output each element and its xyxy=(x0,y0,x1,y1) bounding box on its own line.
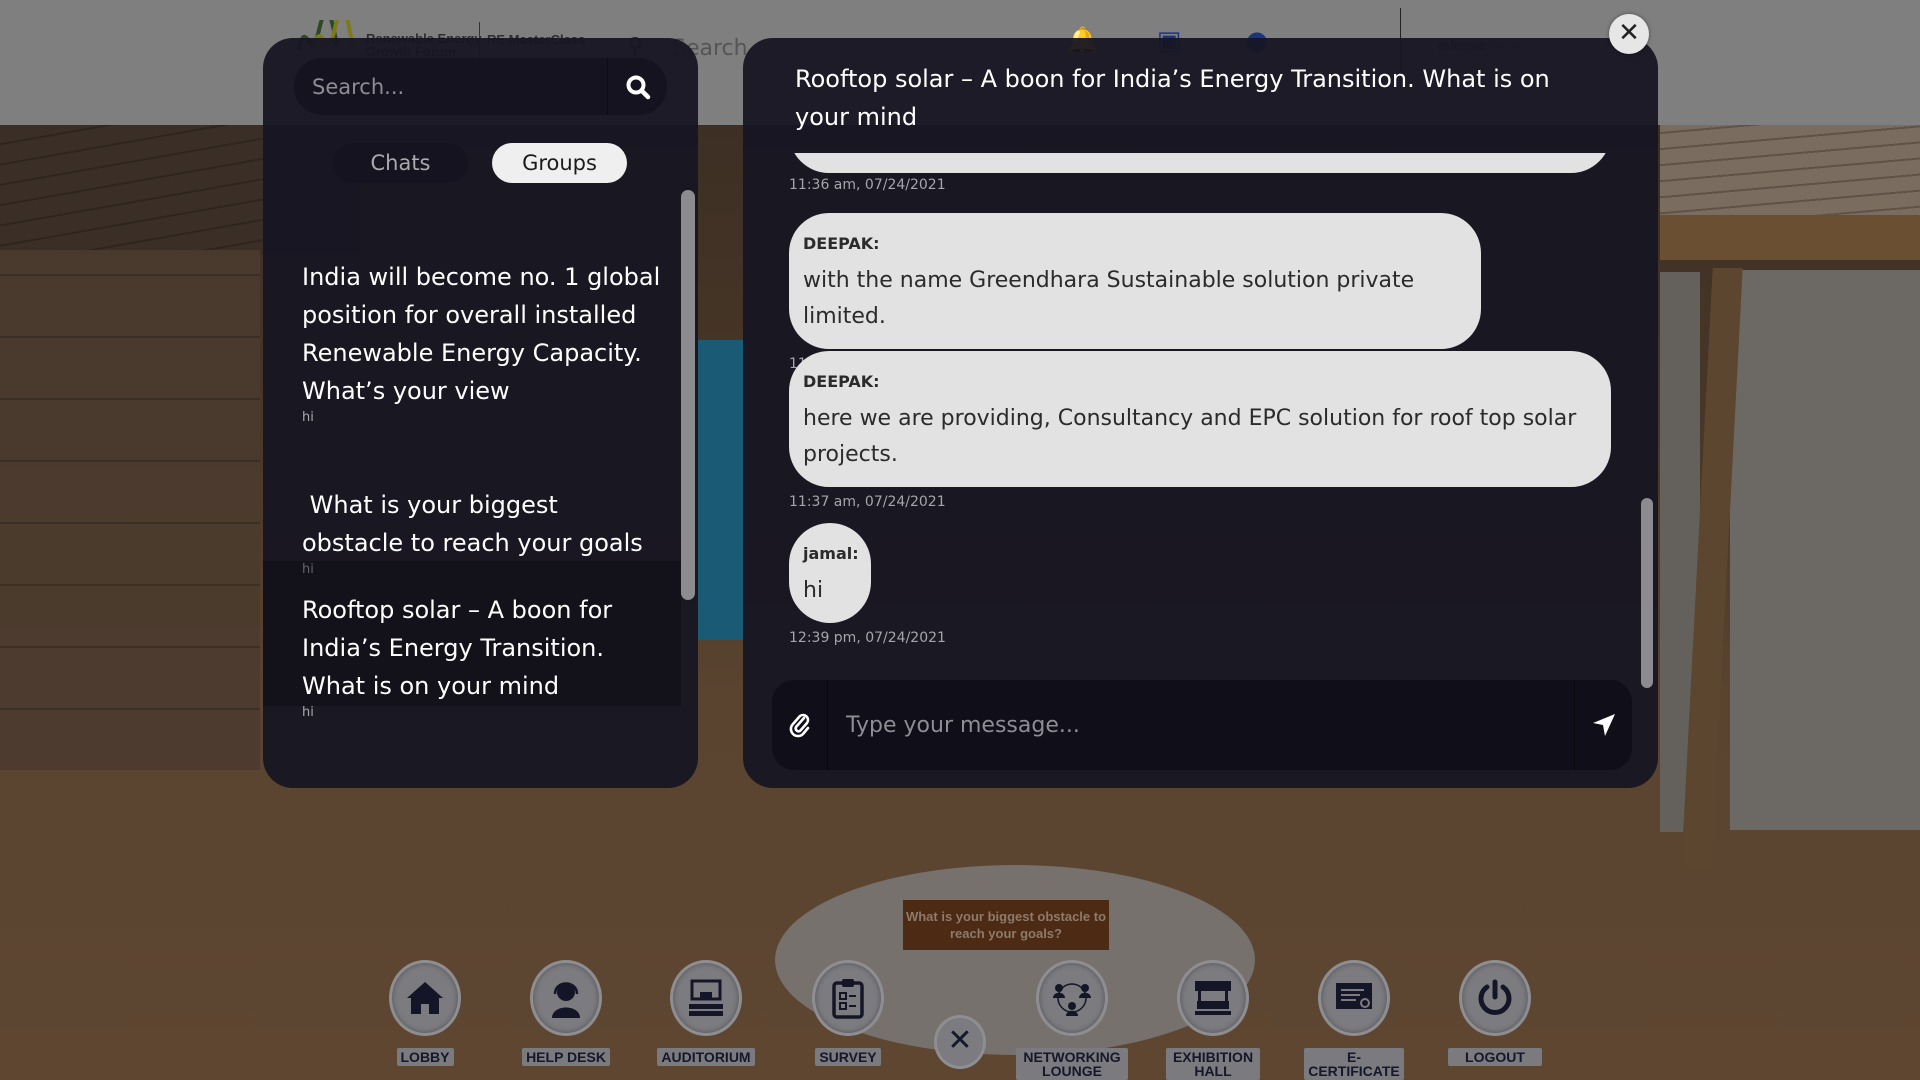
message-text: with the name Greendhara Sustainable sol… xyxy=(803,268,1415,329)
close-chat-overlay-button[interactable]: ✕ xyxy=(1609,14,1649,54)
nav-label: HELP DESK xyxy=(522,1048,610,1066)
message-timestamp: 11:37 am, 07/24/2021 xyxy=(789,494,946,510)
group-list-item[interactable]: India will become no. 1 global position … xyxy=(263,208,681,448)
conversation-tabs: Chats Groups xyxy=(263,143,698,193)
attach-file-button[interactable] xyxy=(772,680,828,770)
conversation-list-panel: Chats Groups India will become no. 1 glo… xyxy=(263,38,698,788)
nav-label: SURVEY xyxy=(815,1048,881,1066)
power-icon xyxy=(1459,960,1531,1036)
message-input[interactable] xyxy=(828,680,1574,770)
message-list-scrollbar[interactable] xyxy=(1641,498,1653,688)
headset-agent-icon xyxy=(530,960,602,1036)
window xyxy=(1730,270,1920,830)
nav-auditorium[interactable]: AUDITORIUM xyxy=(641,960,771,1066)
group-title: Rooftop solar – A boon for India’s Energ… xyxy=(302,596,613,700)
group-last-message: hi xyxy=(302,410,314,425)
group-title: India will become no. 1 global position … xyxy=(302,263,661,405)
network-people-icon xyxy=(1036,960,1108,1036)
message-bubble: DEEPAK: here we are providing, Consultan… xyxy=(789,351,1611,487)
certificate-icon xyxy=(1318,960,1390,1036)
nav-label: E-CERTIFICATE xyxy=(1304,1048,1404,1080)
nav-survey[interactable]: SURVEY xyxy=(783,960,913,1066)
booth-stall-icon xyxy=(1177,960,1249,1036)
send-button[interactable] xyxy=(1574,680,1632,770)
message: DEEPAK: with the name Greendhara Sustain… xyxy=(789,213,1481,373)
chat-title: Rooftop solar – A boon for India’s Energ… xyxy=(795,65,1550,131)
auditorium-icon xyxy=(670,960,742,1036)
message-bubble: jamal: hi xyxy=(789,523,871,623)
nav-label: NETWORKING LOUNGE xyxy=(1016,1048,1128,1080)
nav-label: EXHIBITION HALL xyxy=(1166,1048,1260,1080)
nav-label: AUDITORIUM xyxy=(657,1048,755,1066)
close-navigation-button[interactable]: ✕ xyxy=(934,1015,986,1069)
nav-lobby[interactable]: LOBBY xyxy=(360,960,490,1066)
conversation-search xyxy=(294,58,667,115)
group-list-scrollbar[interactable] xyxy=(681,190,695,600)
group-title: What is your biggest obstacle to reach y… xyxy=(302,491,643,557)
conversation-search-input[interactable] xyxy=(294,58,607,115)
message-bubble: DEEPAK: with the name Greendhara Sustain… xyxy=(789,213,1481,349)
search-icon xyxy=(626,75,650,99)
message-bubble-partial xyxy=(789,153,1611,173)
nav-label: LOGOUT xyxy=(1448,1048,1542,1066)
nav-exhibition-hall[interactable]: EXHIBITION HALL xyxy=(1148,960,1278,1080)
nav-networking-lounge[interactable]: NETWORKING LOUNGE xyxy=(1007,960,1137,1080)
ceiling-wood-right xyxy=(1660,118,1920,218)
stone-wall xyxy=(0,250,260,770)
paperclip-icon xyxy=(789,713,809,738)
message-sender: DEEPAK: xyxy=(803,234,880,253)
group-list: India will become no. 1 global position … xyxy=(263,208,681,788)
send-paper-plane-icon xyxy=(1592,714,1615,736)
message-timestamp: 12:39 pm, 07/24/2021 xyxy=(789,630,946,646)
group-chat-panel: Rooftop solar – A boon for India’s Energ… xyxy=(743,38,1658,788)
home-icon xyxy=(389,960,461,1036)
message-sender: DEEPAK: xyxy=(803,372,880,391)
event-banner xyxy=(698,340,746,640)
nav-label: LOBBY xyxy=(396,1048,454,1066)
clipboard-checklist-icon xyxy=(812,960,884,1036)
message-list: 11:36 am, 07/24/2021 DEEPAK: with the na… xyxy=(743,153,1658,673)
ceiling-beam xyxy=(1660,215,1920,260)
message: DEEPAK: here we are providing, Consultan… xyxy=(789,351,1611,511)
tab-groups[interactable]: Groups xyxy=(492,143,627,183)
group-last-message: hi xyxy=(302,705,314,720)
message-text: hi xyxy=(803,578,824,603)
search-button[interactable] xyxy=(607,58,667,115)
message-composer xyxy=(772,680,1632,770)
nav-logout[interactable]: LOGOUT xyxy=(1430,960,1560,1066)
group-list-item-selected[interactable]: Rooftop solar – A boon for India’s Energ… xyxy=(263,561,681,720)
nav-help-desk[interactable]: HELP DESK xyxy=(501,960,631,1066)
nav-e-certificate[interactable]: E-CERTIFICATE xyxy=(1289,960,1419,1080)
message: jamal: hi 12:39 pm, 07/24/2021 xyxy=(789,523,946,647)
table-topic-sign[interactable]: What is your biggest obstacle to reach y… xyxy=(903,900,1109,950)
message-sender: jamal: xyxy=(803,544,859,563)
message-timestamp: 11:36 am, 07/24/2021 xyxy=(789,177,946,193)
tab-chats[interactable]: Chats xyxy=(333,143,468,183)
message-text: here we are providing, Consultancy and E… xyxy=(803,406,1577,467)
